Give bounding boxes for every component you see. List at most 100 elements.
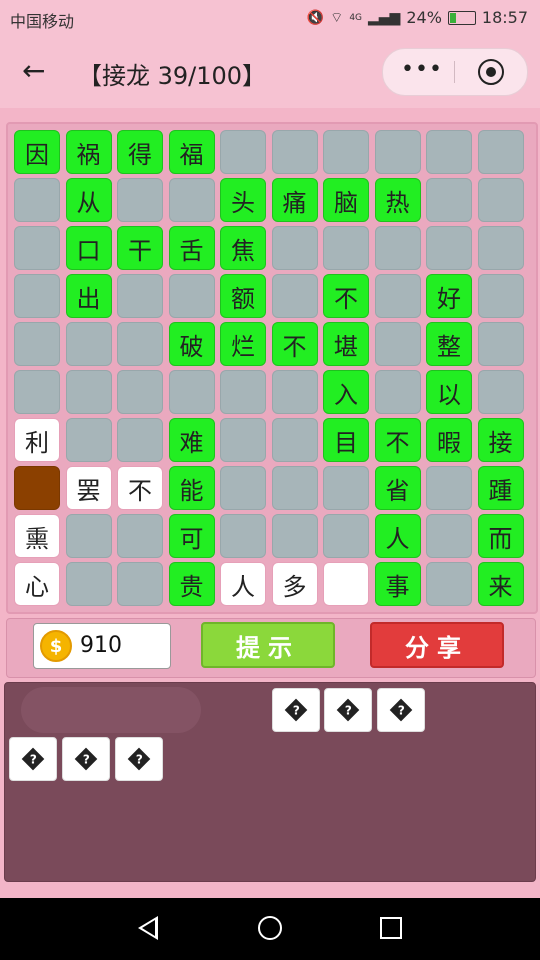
board-cell[interactable] — [271, 466, 318, 510]
board-cell[interactable] — [426, 178, 472, 222]
board-cell: 出 — [65, 274, 112, 318]
board-cell[interactable] — [65, 370, 112, 414]
board-cell[interactable] — [477, 226, 524, 270]
board-cell[interactable] — [168, 178, 215, 222]
mute-icon: 🔇 — [306, 9, 325, 26]
board-cell[interactable] — [117, 514, 163, 558]
board-cell[interactable] — [65, 562, 112, 606]
board-cell[interactable] — [65, 514, 112, 558]
board-cell[interactable] — [477, 130, 524, 174]
board-cell: 因 — [14, 130, 60, 174]
answer-tile[interactable]: ? — [9, 737, 57, 781]
board-cell[interactable] — [323, 466, 369, 510]
board-cell[interactable] — [14, 274, 60, 318]
board-cell: 来 — [477, 562, 524, 606]
carrier-label: 中国移动 — [10, 12, 75, 31]
board-cell[interactable] — [271, 418, 318, 462]
board-cell[interactable] — [374, 226, 421, 270]
hint-button[interactable]: 提示 — [201, 622, 335, 668]
board-cell: 可 — [168, 514, 215, 558]
board-cell[interactable] — [426, 226, 472, 270]
board-cell[interactable]: 不 — [117, 466, 163, 510]
board-cell[interactable] — [426, 514, 472, 558]
board-cell[interactable] — [374, 322, 421, 366]
board-cell: 而 — [477, 514, 524, 558]
board-cell[interactable] — [374, 130, 421, 174]
board-cell[interactable] — [374, 274, 421, 318]
unknown-glyph-icon: ? — [127, 747, 151, 771]
board-cell[interactable]: 利 — [14, 418, 60, 462]
board-cell[interactable]: 多 — [271, 562, 318, 606]
signal-icon: ▂▄▆ — [368, 9, 401, 26]
board-cell: 难 — [168, 418, 215, 462]
board-cell[interactable] — [220, 370, 266, 414]
answer-tile[interactable]: ? — [377, 688, 425, 732]
more-dots-icon[interactable]: ••• — [401, 57, 443, 82]
board-cell[interactable] — [323, 130, 369, 174]
unknown-glyph-icon: ? — [74, 747, 98, 771]
board-cell[interactable] — [271, 514, 318, 558]
network-type: 4G — [349, 12, 363, 23]
board-cell[interactable] — [14, 322, 60, 366]
clock: 18:57 — [481, 8, 528, 27]
board-cell: 省 — [374, 466, 421, 510]
board-cell[interactable] — [426, 562, 472, 606]
board-cell: 舌 — [168, 226, 215, 270]
share-button[interactable]: 分享 — [370, 622, 504, 668]
decorative-cloud — [21, 687, 201, 733]
answer-tile[interactable]: ? — [62, 737, 110, 781]
board-cell: 痛 — [271, 178, 318, 222]
answer-tile[interactable]: ? — [115, 737, 163, 781]
board-cell[interactable]: 熏 — [14, 514, 60, 558]
board-cell[interactable] — [426, 466, 472, 510]
board-cell[interactable]: 罢 — [65, 466, 112, 510]
wifi-icon: ⌔ — [330, 9, 344, 26]
board-cell[interactable] — [168, 274, 215, 318]
board-cell[interactable] — [477, 274, 524, 318]
board-cell[interactable] — [323, 562, 369, 606]
answer-tile[interactable]: ? — [324, 688, 372, 732]
answer-tile[interactable]: ? — [272, 688, 320, 732]
close-target-icon[interactable] — [478, 59, 504, 85]
board-cell[interactable] — [65, 322, 112, 366]
board-cell[interactable] — [477, 322, 524, 366]
board-cell: 福 — [168, 130, 215, 174]
nav-back-icon[interactable] — [138, 916, 158, 940]
board-cell[interactable] — [14, 178, 60, 222]
board-cell[interactable] — [271, 274, 318, 318]
board-cell[interactable] — [477, 370, 524, 414]
board-cell[interactable] — [117, 370, 163, 414]
board-cell[interactable] — [65, 418, 112, 462]
back-arrow-icon[interactable]: ← — [22, 54, 45, 87]
board-cell[interactable] — [117, 418, 163, 462]
nav-recent-icon[interactable] — [380, 917, 402, 939]
board-cell[interactable] — [426, 130, 472, 174]
board-cell[interactable] — [14, 466, 60, 510]
board-cell[interactable]: 人 — [220, 562, 266, 606]
board-cell[interactable] — [220, 418, 266, 462]
board-cell: 脑 — [323, 178, 369, 222]
board-cell[interactable] — [220, 130, 266, 174]
board-cell[interactable]: 心 — [14, 562, 60, 606]
board-cell[interactable] — [117, 178, 163, 222]
board-cell[interactable] — [117, 322, 163, 366]
board-cell[interactable] — [220, 514, 266, 558]
board-cell[interactable] — [271, 370, 318, 414]
board-cell[interactable] — [271, 130, 318, 174]
board-cell[interactable] — [14, 370, 60, 414]
board-cell[interactable] — [220, 466, 266, 510]
nav-home-icon[interactable] — [258, 916, 282, 940]
board-cell: 破 — [168, 322, 215, 366]
board-cell[interactable] — [323, 514, 369, 558]
board-cell[interactable] — [117, 562, 163, 606]
status-bar: 中国移动 🔇 ⌔ 4G ▂▄▆ 24% 18:57 — [0, 0, 540, 36]
board-cell[interactable] — [477, 178, 524, 222]
board-cell[interactable] — [14, 226, 60, 270]
board-cell: 从 — [65, 178, 112, 222]
board-cell[interactable] — [271, 226, 318, 270]
board-cell[interactable] — [168, 370, 215, 414]
board-cell[interactable] — [323, 226, 369, 270]
control-bar: $ 910 提示 分享 — [6, 618, 536, 678]
board-cell[interactable] — [117, 274, 163, 318]
board-cell[interactable] — [374, 370, 421, 414]
